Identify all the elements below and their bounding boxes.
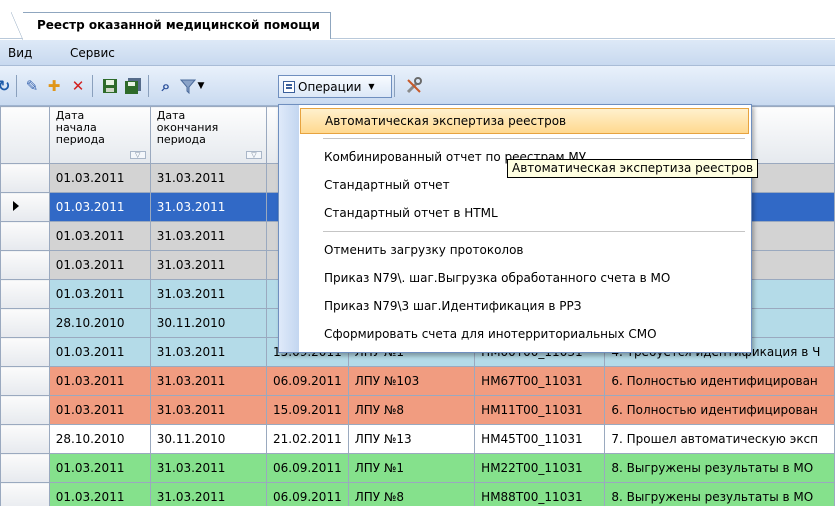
current-row-arrow-icon: [13, 201, 19, 211]
cell-start-date[interactable]: 01.03.2011: [48, 482, 151, 506]
tools-icon[interactable]: [404, 76, 424, 96]
filter-icon[interactable]: ▽: [129, 151, 146, 159]
cell-code[interactable]: HM88T00_11031: [474, 482, 606, 506]
menu-item-order-export[interactable]: Приказ N79\. шаг.Выгрузка обработанного …: [300, 265, 749, 291]
operations-label: Операции: [298, 79, 362, 94]
add-icon[interactable]: ✚: [44, 76, 64, 96]
table-row[interactable]: 28.10.2010 30.11.2010 21.02.2011 ЛПУ №13 HM4…: [0, 424, 835, 454]
row-indicator[interactable]: [0, 395, 50, 425]
row-indicator[interactable]: [0, 366, 50, 396]
row-indicator[interactable]: [0, 279, 50, 309]
row-indicator[interactable]: [0, 308, 50, 338]
table-row[interactable]: 01.03.2011 31.03.2011 15.09.2011 ЛПУ №8 HM11…: [0, 395, 835, 425]
menu-item-auto-expertise[interactable]: Автоматическая экспертиза реестров: [300, 108, 749, 134]
cell-end-date[interactable]: 31.03.2011: [149, 250, 268, 280]
row-indicator[interactable]: [0, 192, 50, 222]
cell-lpu[interactable]: ЛПУ №8: [347, 482, 476, 506]
menu-separator: [323, 231, 745, 232]
cell-code[interactable]: HM67T00_11031: [474, 366, 606, 396]
row-indicator[interactable]: [0, 482, 50, 506]
chevron-down-icon: ▼: [368, 82, 375, 91]
tab-registry[interactable]: Реестр оказанной медицинской помощи: [11, 12, 331, 40]
cell-status[interactable]: 6. Полностью идентифицирован: [604, 395, 835, 425]
cell-lpu[interactable]: ЛПУ №103: [347, 366, 476, 396]
table-row[interactable]: 01.03.2011 31.03.2011 06.09.2011 ЛПУ №103 HM…: [0, 366, 835, 396]
filter-icon[interactable]: [178, 76, 198, 96]
cell-start-date[interactable]: 01.03.2011: [48, 366, 151, 396]
cell-date[interactable]: 06.09.2011: [266, 453, 349, 483]
cell-start-date[interactable]: 01.03.2011: [48, 395, 151, 425]
cell-lpu[interactable]: ЛПУ №13: [347, 424, 476, 454]
cell-end-date[interactable]: 31.03.2011: [149, 395, 268, 425]
cell-end-date[interactable]: 31.03.2011: [149, 366, 268, 396]
table-row[interactable]: 01.03.2011 31.03.2011 06.09.2011 ЛПУ №8 HM88…: [0, 482, 835, 506]
menu-item-generate-invoices[interactable]: Сформировать счета для инотерриториальны…: [300, 321, 749, 347]
cell-status[interactable]: 7. Прошел автоматическую эксп: [604, 424, 835, 454]
menu-item-standard-report-html[interactable]: Стандартный отчет в HTML: [300, 200, 749, 226]
menu-view[interactable]: Вид: [8, 46, 32, 60]
cell-code[interactable]: HM22T00_11031: [474, 453, 606, 483]
menu-bar: Вид Сервис: [0, 40, 835, 66]
cell-end-date[interactable]: 30.11.2010: [149, 424, 268, 454]
cell-lpu[interactable]: ЛПУ №8: [347, 395, 476, 425]
find-icon[interactable]: ⌕: [156, 76, 176, 96]
cell-start-date[interactable]: 28.10.2010: [48, 424, 151, 454]
table-row[interactable]: 01.03.2011 31.03.2011 06.09.2011 ЛПУ №1 HM22…: [0, 453, 835, 483]
row-indicator[interactable]: [0, 250, 50, 280]
cell-start-date[interactable]: 28.10.2010: [48, 308, 151, 338]
cell-start-date[interactable]: 01.03.2011: [48, 279, 151, 309]
filter-dropdown-icon[interactable]: ▼: [196, 76, 206, 96]
cell-start-date[interactable]: 01.03.2011: [48, 453, 151, 483]
cell-code[interactable]: HM45T00_11031: [474, 424, 606, 454]
edit-icon[interactable]: ✎: [22, 76, 42, 96]
cell-end-date[interactable]: 31.03.2011: [149, 279, 268, 309]
delete-icon[interactable]: ✕: [68, 76, 88, 96]
cell-end-date[interactable]: 31.03.2011: [149, 337, 268, 367]
filter-icon[interactable]: ▽: [246, 151, 262, 159]
cell-date[interactable]: 06.09.2011: [266, 482, 349, 506]
tab-strip: Реестр оказанной медицинской помощи: [0, 0, 835, 40]
row-indicator[interactable]: [0, 221, 50, 251]
cell-end-date[interactable]: 31.03.2011: [149, 482, 268, 506]
operations-dropdown-menu: Автоматическая экспертиза реестров Комби…: [278, 104, 752, 353]
cell-date[interactable]: 15.09.2011: [266, 395, 349, 425]
cell-end-date[interactable]: 31.03.2011: [149, 453, 268, 483]
cell-status[interactable]: 8. Выгружены результаты в МО: [604, 482, 835, 506]
cell-end-date[interactable]: 31.03.2011: [149, 163, 268, 193]
cell-start-date[interactable]: 01.03.2011: [48, 337, 151, 367]
column-header-end-date[interactable]: Дата окончания периода ▽: [149, 106, 268, 164]
refresh-icon[interactable]: ↻: [0, 76, 14, 96]
row-indicator[interactable]: [0, 337, 50, 367]
cell-start-date[interactable]: 01.03.2011: [48, 192, 151, 222]
row-indicator-header: [0, 106, 50, 164]
menu-item-cancel-protocols[interactable]: Отменить загрузку протоколов: [300, 237, 749, 263]
operations-icon: [283, 80, 295, 93]
cell-code[interactable]: HM11T00_11031: [474, 395, 606, 425]
cell-start-date[interactable]: 01.03.2011: [48, 250, 151, 280]
save-icon[interactable]: [100, 76, 120, 96]
toolbar: ↻ ✎ ✚ ✕ ⌕ ▼ Операции ▼: [0, 66, 835, 106]
cell-date[interactable]: 06.09.2011: [266, 366, 349, 396]
cell-date[interactable]: 21.02.2011: [266, 424, 349, 454]
cell-end-date[interactable]: 31.03.2011: [149, 221, 268, 251]
tooltip: Автоматическая экспертиза реестров: [507, 159, 759, 178]
row-indicator[interactable]: [0, 163, 50, 193]
menu-item-order-identification[interactable]: Приказ N79\3 шаг.Идентификация в РРЗ: [300, 293, 749, 319]
operations-button[interactable]: Операции ▼: [278, 75, 392, 98]
row-indicator[interactable]: [0, 453, 50, 483]
cell-end-date[interactable]: 31.03.2011: [149, 192, 268, 222]
menu-icon-strip: [279, 105, 299, 352]
cell-status[interactable]: 8. Выгружены результаты в МО: [604, 453, 835, 483]
cell-status[interactable]: 6. Полностью идентифицирован: [604, 366, 835, 396]
cell-lpu[interactable]: ЛПУ №1: [347, 453, 476, 483]
cell-end-date[interactable]: 30.11.2010: [149, 308, 268, 338]
column-header-start-date[interactable]: Дата начала периода ▽: [48, 106, 151, 164]
row-indicator[interactable]: [0, 424, 50, 454]
cell-start-date[interactable]: 01.03.2011: [48, 163, 151, 193]
save-all-icon[interactable]: [124, 76, 144, 96]
cell-start-date[interactable]: 01.03.2011: [48, 221, 151, 251]
menu-separator: [323, 138, 745, 139]
menu-service[interactable]: Сервис: [70, 46, 115, 60]
